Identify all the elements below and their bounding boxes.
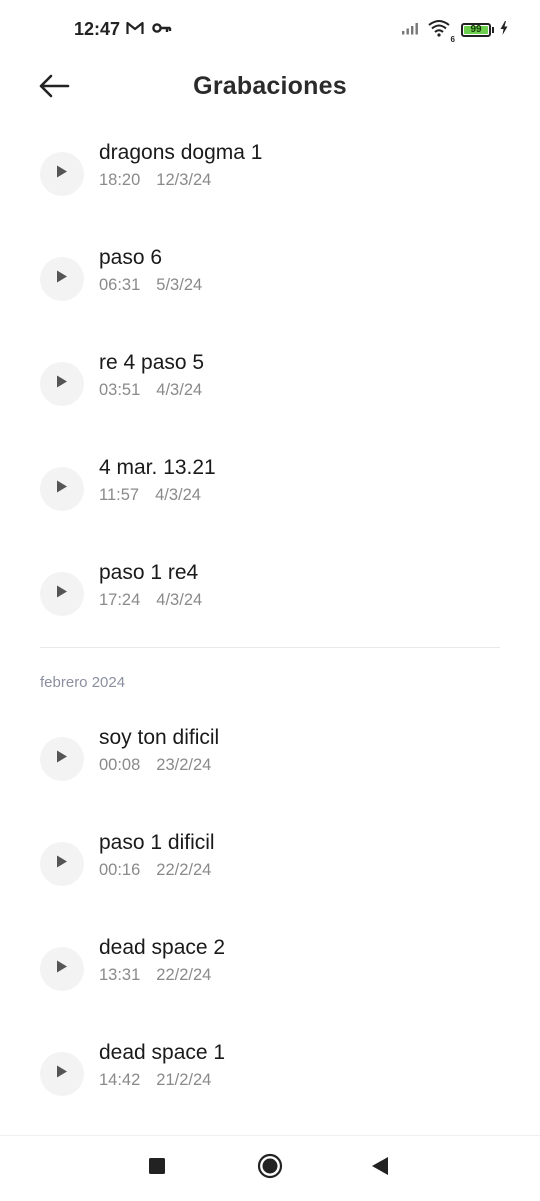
- section-header: febrero 2024: [40, 674, 126, 691]
- gmail-icon: [126, 21, 144, 40]
- recording-meta: 00:08 23/2/24: [99, 756, 211, 775]
- play-button[interactable]: [40, 1052, 84, 1096]
- wifi-icon: 6: [427, 19, 455, 44]
- recording-date: 22/2/24: [156, 861, 212, 879]
- section-divider: [40, 647, 500, 648]
- play-button[interactable]: [40, 467, 84, 511]
- play-button[interactable]: [40, 947, 84, 991]
- battery-level: 99: [470, 24, 482, 35]
- back-triangle-icon: [371, 1156, 389, 1180]
- play-button[interactable]: [40, 737, 84, 781]
- app-header: Grabaciones: [0, 60, 540, 116]
- recording-meta: 11:57 4/3/24: [99, 486, 201, 505]
- recording-duration: 03:51: [99, 381, 141, 399]
- recording-title: dead space 1: [99, 1041, 226, 1064]
- wifi-badge: 6: [450, 34, 455, 44]
- back-nav-button[interactable]: [360, 1152, 400, 1184]
- recording-title: dragons dogma 1: [99, 141, 263, 164]
- recording-date: 4/3/24: [156, 381, 203, 399]
- recording-duration: 00:16: [99, 861, 141, 879]
- status-bar: 12:47 6 99: [0, 0, 540, 60]
- play-button[interactable]: [40, 257, 84, 301]
- recording-item[interactable]: re 4 paso 5 03:51 4/3/24: [0, 351, 540, 467]
- recording-title: paso 1 re4: [99, 561, 199, 584]
- recording-meta: 03:51 4/3/24: [99, 381, 202, 400]
- recording-meta: 14:42 21/2/24: [99, 1071, 211, 1090]
- recording-item[interactable]: dead space 2 13:31 22/2/24: [0, 936, 540, 1052]
- recording-date: 5/3/24: [156, 276, 203, 294]
- recording-item[interactable]: paso 1 dificil 00:16 22/2/24: [0, 831, 540, 947]
- recording-item[interactable]: soy ton dificil 00:08 23/2/24: [0, 726, 540, 842]
- vpn-key-icon: [152, 21, 172, 40]
- play-icon: [56, 750, 68, 768]
- recents-square-icon: [149, 1157, 165, 1179]
- recording-title: dead space 2: [99, 936, 226, 959]
- play-icon: [56, 960, 68, 978]
- page-title: Grabaciones: [193, 72, 347, 100]
- recording-title: 4 mar. 13.21: [99, 456, 216, 479]
- recording-duration: 00:08: [99, 756, 141, 774]
- play-icon: [56, 375, 68, 393]
- play-icon: [56, 855, 68, 873]
- recording-date: 4/3/24: [155, 486, 201, 504]
- battery-body: 99: [461, 23, 491, 37]
- recording-date: 23/2/24: [156, 756, 212, 774]
- recording-title: re 4 paso 5: [99, 351, 205, 374]
- signal-icon: [401, 21, 421, 40]
- recording-meta: 18:20 12/3/24: [99, 171, 211, 190]
- charging-icon: [500, 20, 508, 40]
- play-icon: [56, 165, 68, 183]
- recording-title: soy ton dificil: [99, 726, 220, 749]
- recording-item[interactable]: paso 6 06:31 5/3/24: [0, 246, 540, 362]
- play-icon: [56, 1065, 68, 1083]
- play-icon: [56, 270, 68, 288]
- recording-meta: 13:31 22/2/24: [99, 966, 211, 985]
- recording-date: 12/3/24: [156, 171, 212, 189]
- status-left-icons: [126, 20, 172, 40]
- recording-item[interactable]: 4 mar. 13.21 11:57 4/3/24: [0, 456, 540, 572]
- recording-meta: 00:16 22/2/24: [99, 861, 211, 880]
- home-circle-icon: [257, 1153, 283, 1184]
- recording-meta: 06:31 5/3/24: [99, 276, 202, 295]
- recording-meta: 17:24 4/3/24: [99, 591, 202, 610]
- recording-duration: 17:24: [99, 591, 141, 609]
- recording-date: 22/2/24: [156, 966, 212, 984]
- recording-duration: 18:20: [99, 171, 141, 189]
- recents-button[interactable]: [137, 1152, 177, 1184]
- navigation-bar: [0, 1135, 540, 1201]
- recording-title: paso 6: [99, 246, 163, 269]
- battery-tip: [492, 27, 494, 33]
- status-right-icons: 6 99: [401, 18, 508, 44]
- recording-duration: 11:57: [99, 486, 140, 504]
- status-time: 12:47: [74, 19, 121, 39]
- recording-duration: 13:31: [99, 966, 141, 984]
- play-button[interactable]: [40, 572, 84, 616]
- recording-item[interactable]: paso 1 re4 17:24 4/3/24: [0, 561, 540, 677]
- recording-duration: 06:31: [99, 276, 141, 294]
- home-button[interactable]: [250, 1152, 290, 1184]
- recording-duration: 14:42: [99, 1071, 141, 1089]
- battery-icon: 99: [461, 23, 494, 37]
- play-icon: [56, 480, 68, 498]
- recording-date: 21/2/24: [156, 1071, 212, 1089]
- recording-title: paso 1 dificil: [99, 831, 215, 854]
- play-button[interactable]: [40, 152, 84, 196]
- play-button[interactable]: [40, 842, 84, 886]
- recording-item[interactable]: dragons dogma 1 18:20 12/3/24: [0, 141, 540, 257]
- recording-date: 4/3/24: [156, 591, 203, 609]
- play-icon: [56, 585, 68, 603]
- play-button[interactable]: [40, 362, 84, 406]
